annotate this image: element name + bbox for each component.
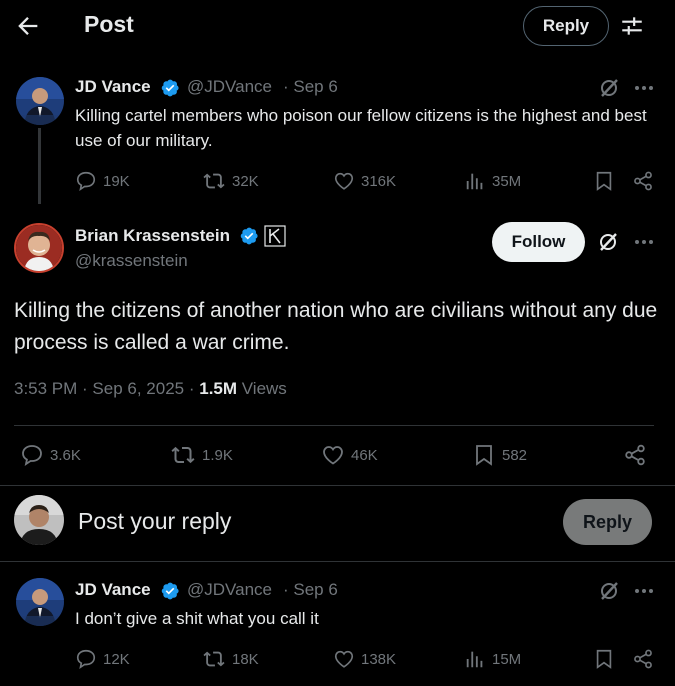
bookmark-icon [476, 445, 492, 466]
views-label: Views [241, 379, 287, 398]
repost-icon [203, 173, 225, 189]
views-count: 35M [492, 172, 522, 190]
reply-action[interactable]: 19K [75, 170, 130, 192]
author-handle[interactable]: @JDVance [187, 77, 272, 97]
post-meta: 3:53 PM · Sep 6, 2025 · 1.5M Views [14, 379, 287, 399]
divider [14, 425, 654, 426]
page-title: Post [84, 11, 134, 37]
more-button[interactable] [633, 78, 655, 98]
affiliate-k-icon [264, 225, 286, 247]
heart-icon [323, 446, 343, 465]
settings-button[interactable] [619, 13, 645, 39]
current-user-avatar[interactable] [14, 495, 64, 545]
repost-count: 1.9K [202, 446, 233, 464]
repost-icon [171, 446, 195, 464]
verified-badge-icon [160, 78, 180, 98]
heart-icon [334, 172, 354, 190]
bookmark-icon [596, 171, 612, 191]
author-handle[interactable]: @krassenstein [75, 251, 188, 271]
more-button[interactable] [633, 581, 655, 601]
thread-line [38, 128, 41, 204]
repost-action[interactable]: 1.9K [170, 443, 233, 467]
bookmark-button[interactable] [593, 648, 615, 670]
share-button[interactable] [632, 170, 654, 192]
bookmark-button[interactable] [593, 170, 615, 192]
post-date[interactable]: · Sep 6 [283, 77, 338, 97]
like-count: 46K [351, 446, 378, 464]
like-action[interactable]: 316K [333, 170, 396, 192]
bookmark-icon [596, 649, 612, 669]
sliders-icon [622, 17, 642, 35]
reply-action[interactable]: 12K [75, 648, 130, 670]
views-action[interactable]: 35M [464, 170, 521, 192]
reply-count: 3.6K [50, 446, 81, 464]
reply-icon [76, 649, 96, 670]
author-handle[interactable]: @JDVance [187, 580, 272, 600]
grok-icon [601, 582, 618, 600]
views-action[interactable]: 15M [464, 648, 521, 670]
analytics-icon [466, 173, 483, 190]
reply-count: 12K [103, 650, 130, 668]
views-count: 1.5M [199, 379, 238, 398]
back-arrow-icon [18, 17, 38, 35]
verified-badge-icon [160, 581, 180, 601]
reply-action[interactable]: 3.6K [20, 443, 81, 467]
jd-vance-avatar[interactable] [16, 578, 64, 626]
post-date[interactable]: · Sep 6 [283, 580, 338, 600]
repost-action[interactable]: 18K [202, 648, 259, 670]
share-icon [634, 649, 652, 669]
share-button[interactable] [632, 648, 654, 670]
follow-button[interactable]: Follow [492, 222, 585, 262]
grok-button[interactable] [597, 579, 621, 603]
jd-vance-avatar[interactable] [16, 77, 64, 125]
more-dots-icon [635, 86, 653, 90]
reply-input[interactable]: Post your reply [78, 508, 231, 535]
divider [0, 485, 675, 486]
like-action[interactable]: 46K [321, 443, 378, 467]
repost-icon [203, 651, 225, 667]
like-action[interactable]: 138K [333, 648, 396, 670]
author-name[interactable]: JD Vance [75, 580, 151, 600]
more-button[interactable] [633, 232, 655, 252]
share-button[interactable] [623, 443, 647, 467]
post-timestamp[interactable]: 3:53 PM · Sep 6, 2025 · [14, 379, 195, 398]
reply-icon [22, 445, 42, 466]
grok-button[interactable] [596, 230, 620, 254]
header-reply-button[interactable]: Reply [523, 6, 609, 46]
grok-icon [601, 79, 618, 97]
like-count: 316K [361, 172, 397, 190]
reply-icon [76, 171, 96, 192]
repost-count: 18K [232, 650, 259, 668]
heart-icon [334, 650, 354, 668]
grok-icon [600, 233, 617, 251]
post-text: I don’t give a shit what you call it [75, 609, 319, 628]
repost-count: 32K [232, 172, 259, 190]
post-text: Killing the citizens of another nation w… [14, 299, 658, 354]
views-count: 15M [492, 650, 522, 668]
author-name[interactable]: Brian Krassenstein [75, 226, 230, 246]
share-icon [634, 171, 652, 191]
repost-action[interactable]: 32K [202, 170, 259, 192]
verified-badge-icon [239, 226, 259, 246]
share-icon [625, 444, 645, 466]
reply-count: 19K [103, 172, 130, 190]
more-dots-icon [635, 240, 653, 244]
reply-submit-button[interactable]: Reply [563, 499, 652, 545]
more-dots-icon [635, 589, 653, 593]
post-text: Killing cartel members who poison our fe… [75, 106, 647, 150]
author-name[interactable]: JD Vance [75, 77, 151, 97]
analytics-icon [466, 651, 483, 668]
bookmark-count: 582 [502, 446, 528, 464]
divider [0, 561, 675, 562]
like-count: 138K [361, 650, 397, 668]
back-button[interactable] [14, 12, 42, 40]
grok-button[interactable] [597, 76, 621, 100]
bookmark-action[interactable]: 582 [472, 443, 527, 467]
brian-krassenstein-avatar[interactable] [14, 223, 64, 273]
